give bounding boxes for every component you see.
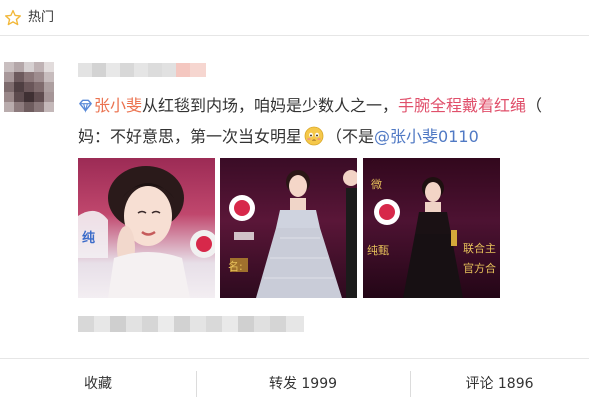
svg-text:纯甄: 纯甄 (367, 244, 389, 257)
shy-face-emoji (304, 126, 324, 146)
action-bar: 收藏 转发 1999 评论 1896 (0, 358, 589, 411)
post-text-line-2: 妈：不好意思，第一次当女明星 （不是@张小斐0110 (78, 126, 479, 148)
post-text-segment: 从红毯到内场，咱妈是少数人之一， (142, 96, 399, 115)
post-photo-2[interactable]: 名: (220, 158, 357, 298)
photo-1-illustration: 纯 (78, 166, 215, 298)
user-link[interactable]: 张小斐 (94, 96, 142, 115)
svg-text:官方合: 官方合 (463, 261, 496, 275)
svg-text:联合主: 联合主 (463, 241, 496, 255)
highlight-text: 手腕全程戴着红绳 (398, 96, 527, 115)
post-photo-3[interactable]: 微 联合主 官方合 纯甄 (363, 158, 500, 298)
diamond-topic-icon (79, 99, 92, 113)
post-text-segment: 妈：不好意思，第一次当女明星 (78, 127, 303, 146)
blurred-source-text (78, 316, 304, 332)
comment-button[interactable]: 评论 1896 (410, 359, 589, 409)
feed-header: 热门 (0, 0, 589, 36)
forward-button[interactable]: 转发 1999 (196, 359, 410, 409)
svg-text:微: 微 (371, 177, 382, 191)
post-text-segment-b: （不是 (326, 127, 375, 146)
header-title: 热门 (28, 10, 55, 25)
mention-link[interactable]: @张小斐0110 (374, 127, 479, 146)
post-text-tail: （ (526, 96, 543, 115)
photo-3-illustration: 微 联合主 官方合 纯甄 (367, 177, 496, 298)
username-blurred[interactable] (78, 63, 206, 77)
post-text-line-1: 张小斐从红毯到内场，咱妈是少数人之一，手腕全程戴着红绳（ (78, 95, 542, 117)
star-outline-icon (4, 9, 22, 26)
favorite-button[interactable]: 收藏 (0, 359, 196, 409)
photo-2-illustration: 名: (228, 170, 357, 298)
avatar[interactable] (4, 62, 54, 112)
svg-text:纯: 纯 (82, 230, 95, 246)
post-photo-1[interactable]: 纯 (78, 158, 215, 298)
svg-text:名:: 名: (228, 259, 243, 273)
